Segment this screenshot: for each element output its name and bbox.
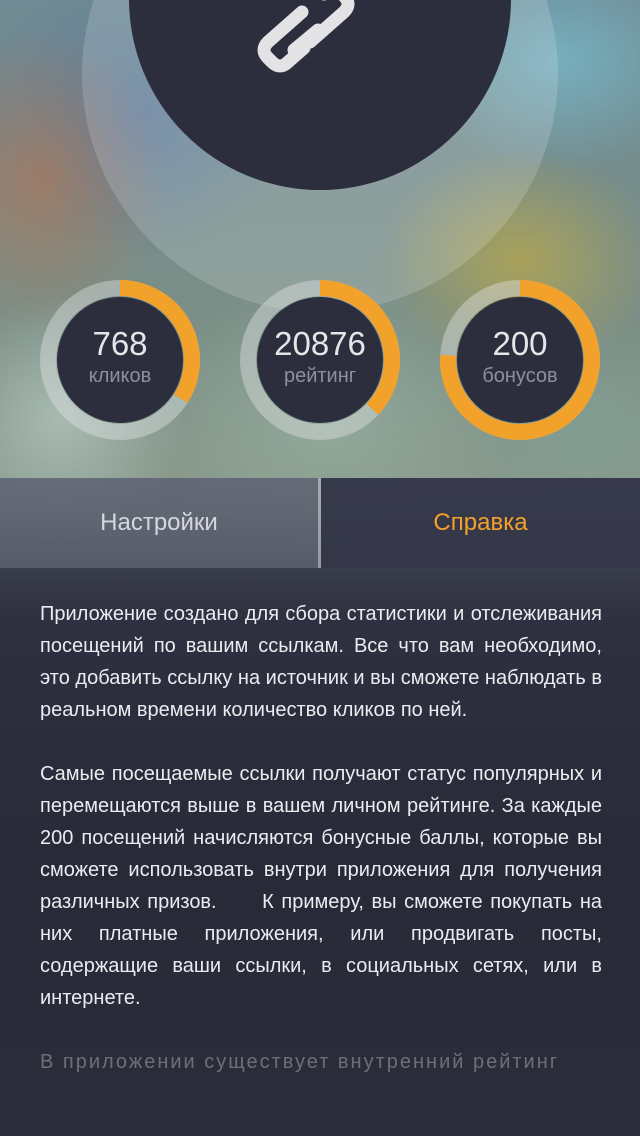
- help-paragraph-2: Самые посещаемые ссылки получают статус …: [40, 763, 602, 1009]
- stat-clicks: 768 кликов: [40, 280, 200, 440]
- stat-label: бонусов: [482, 365, 558, 387]
- help-paragraph-3: В приложении существует внутренний рейти…: [40, 1051, 560, 1073]
- stat-value: 768: [92, 325, 148, 362]
- chain-link-icon: [257, 0, 355, 73]
- tab-settings[interactable]: Настройки: [0, 478, 318, 568]
- tab-help[interactable]: Справка: [321, 478, 640, 568]
- stat-bonuses: 200 бонусов: [440, 280, 600, 440]
- help-paragraph-1: Приложение создано для сбора статистики …: [40, 603, 602, 721]
- tab-bar: Настройки Справка: [0, 478, 640, 568]
- stat-label: кликов: [88, 365, 152, 387]
- stat-label: рейтинг: [283, 365, 357, 387]
- stat-value: 200: [492, 325, 548, 362]
- stat-value: 20876: [274, 325, 366, 362]
- help-text: Приложение создано для сбора статистики …: [40, 598, 602, 1110]
- stat-rating: 20876 рейтинг: [240, 280, 400, 440]
